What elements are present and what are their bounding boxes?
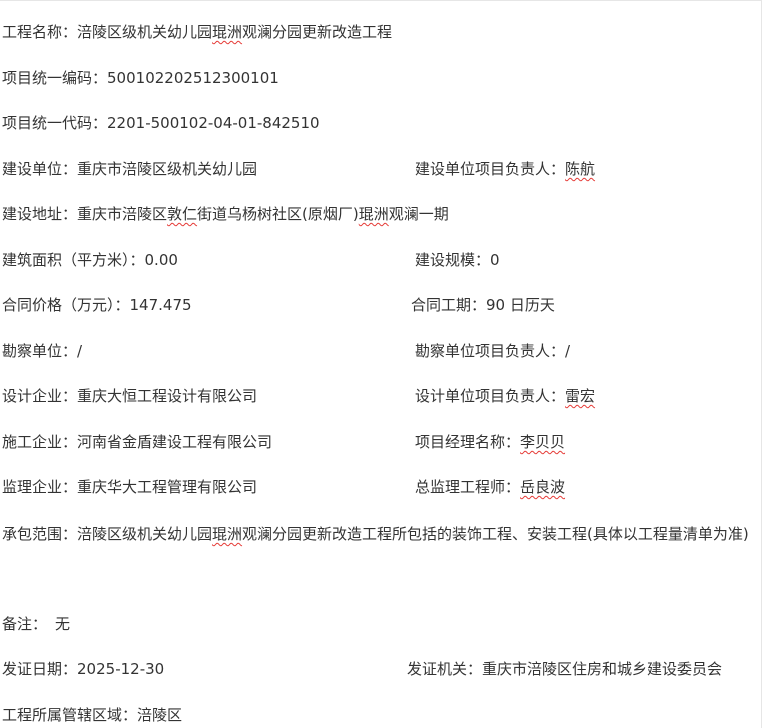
row-construction: 施工企业：河南省金盾建设工程有限公司 项目经理名称：李贝贝 — [2, 430, 760, 454]
project-name-value-mark: 琨洲 — [212, 23, 243, 41]
builder-label: 建设单位： — [2, 160, 78, 178]
project-code-label: 项目统一编码： — [2, 69, 108, 87]
construction-lead: 项目经理名称：李贝贝 — [415, 430, 565, 454]
row-project-code: 项目统一编码：500102202512300101 — [2, 66, 760, 90]
project-code2-value: 2201-500102-04-01-842510 — [107, 114, 320, 132]
row-jurisdiction: 工程所属管辖区域：涪陵区 — [2, 703, 760, 727]
survey-lead: 勘察单位项目负责人：/ — [415, 339, 570, 363]
remark-label: 备注： — [2, 615, 48, 633]
price-label: 合同价格（万元）： — [2, 296, 130, 314]
issue-authority-value: 重庆市涪陵区住房和城乡建设委员会 — [482, 660, 723, 678]
scope-label: 承包范围： — [2, 525, 78, 543]
construction-lead-value: 李贝贝 — [520, 433, 566, 451]
supervision-lead-value: 岳良波 — [520, 478, 566, 496]
issue-date-label: 发证日期： — [2, 660, 78, 678]
design-lead-label: 设计单位项目负责人： — [415, 387, 566, 405]
row-address: 建设地址：重庆市涪陵区敦仁街道乌杨树社区(原烟厂)琨洲观澜一期 — [2, 202, 760, 226]
builder-value: 重庆市涪陵区级机关幼儿园 — [77, 160, 258, 178]
scale: 建设规模：0 — [415, 248, 500, 272]
period-value: 90 日历天 — [486, 296, 555, 314]
survey-label: 勘察单位： — [2, 342, 78, 360]
survey-value: / — [77, 342, 83, 360]
scale-label: 建设规模： — [415, 251, 491, 269]
address-value-c: 观澜一期 — [388, 205, 449, 223]
scale-value: 0 — [490, 251, 500, 269]
construction-label: 施工企业： — [2, 433, 78, 451]
scope-value-mark: 琨洲 — [212, 525, 243, 543]
row-price: 合同价格（万元）：147.475 合同工期：90 日历天 — [2, 293, 760, 317]
project-name-value-prefix: 涪陵区级机关幼儿园 — [77, 23, 213, 41]
project-code-value: 500102202512300101 — [107, 69, 279, 87]
address-value-mark1: 敦仁 — [167, 205, 198, 223]
row-project-name: 工程名称：涪陵区级机关幼儿园琨洲观澜分园更新改造工程 — [2, 20, 760, 44]
scope-value-prefix: 涪陵区级机关幼儿园 — [77, 525, 213, 543]
row-remark: 备注： 无 — [2, 612, 760, 636]
design-lead-value: 雷宏 — [565, 387, 596, 405]
project-name-value-suffix: 观澜分园更新改造工程 — [242, 23, 393, 41]
design-lead: 设计单位项目负责人：雷宏 — [415, 384, 595, 408]
address-value-mark2: 琨洲 — [358, 205, 389, 223]
row-builder: 建设单位：重庆市涪陵区级机关幼儿园 建设单位项目负责人：陈航 — [2, 157, 760, 181]
period-label: 合同工期： — [411, 296, 487, 314]
row-design: 设计企业：重庆大恒工程设计有限公司 设计单位项目负责人：雷宏 — [2, 384, 760, 408]
row-area: 建筑面积（平方米）：0.00 建设规模：0 — [2, 248, 760, 272]
design-value: 重庆大恒工程设计有限公司 — [77, 387, 258, 405]
address-value-a: 重庆市涪陵区 — [77, 205, 168, 223]
project-name-label: 工程名称： — [2, 23, 78, 41]
row-project-code2: 项目统一代码：2201-500102-04-01-842510 — [2, 111, 760, 135]
supervision-lead-label: 总监理工程师： — [415, 478, 521, 496]
builder-lead-value: 陈航 — [565, 160, 596, 178]
area-label: 建筑面积（平方米）： — [2, 251, 145, 269]
construction-lead-label: 项目经理名称： — [415, 433, 521, 451]
design-label: 设计企业： — [2, 387, 78, 405]
supervision-lead: 总监理工程师：岳良波 — [415, 475, 565, 499]
issue-authority-label: 发证机关： — [407, 660, 483, 678]
remark-value: 无 — [55, 615, 71, 633]
row-supervision: 监理企业：重庆华大工程管理有限公司 总监理工程师：岳良波 — [2, 475, 760, 499]
supervision-value: 重庆华大工程管理有限公司 — [77, 478, 258, 496]
builder-lead-label: 建设单位项目负责人： — [415, 160, 566, 178]
issue-authority: 发证机关：重庆市涪陵区住房和城乡建设委员会 — [407, 657, 722, 681]
row-scope: 承包范围：涪陵区级机关幼儿园琨洲观澜分园更新改造工程所包括的装饰工程、安装工程(… — [2, 511, 760, 557]
scope-value-suffix: 观澜分园更新改造工程所包括的装饰工程、安装工程(具体以工程量清单为准) — [242, 525, 749, 543]
jurisdiction-value: 涪陵区 — [137, 706, 183, 724]
construction-value: 河南省金盾建设工程有限公司 — [77, 433, 273, 451]
row-issue: 发证日期：2025-12-30 发证机关：重庆市涪陵区住房和城乡建设委员会 — [2, 657, 760, 681]
survey-lead-value: / — [565, 342, 571, 360]
address-label: 建设地址： — [2, 205, 78, 223]
area-value: 0.00 — [144, 251, 178, 269]
builder-lead: 建设单位项目负责人：陈航 — [415, 157, 595, 181]
row-survey: 勘察单位：/ 勘察单位项目负责人：/ — [2, 339, 760, 363]
jurisdiction-label: 工程所属管辖区域： — [2, 706, 138, 724]
issue-date-value: 2025-12-30 — [77, 660, 165, 678]
address-value-b: 街道乌杨树社区(原烟厂) — [197, 205, 359, 223]
price-value: 147.475 — [129, 296, 192, 314]
period: 合同工期：90 日历天 — [411, 293, 555, 317]
project-code2-label: 项目统一代码： — [2, 114, 108, 132]
survey-lead-label: 勘察单位项目负责人： — [415, 342, 566, 360]
supervision-label: 监理企业： — [2, 478, 78, 496]
